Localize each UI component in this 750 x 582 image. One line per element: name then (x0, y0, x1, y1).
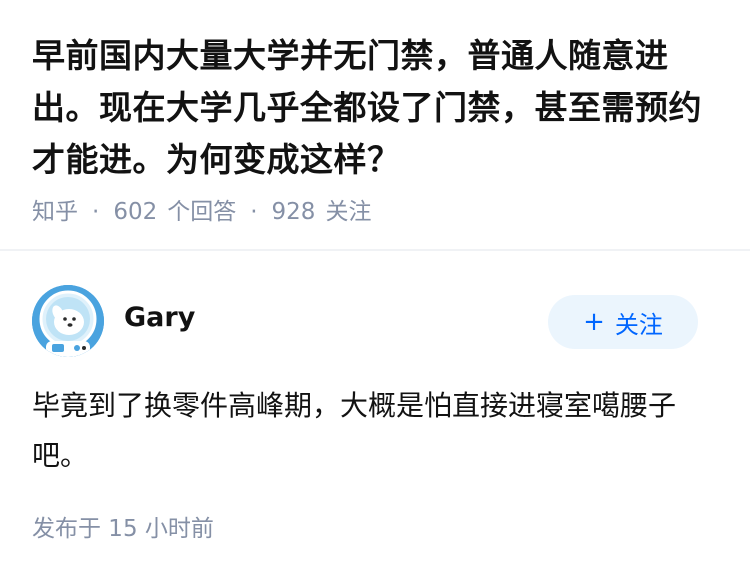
question-title[interactable]: 早前国内大量大学并无门禁，普通人随意进出。现在大学几乎全都设了门禁，甚至需预约才… (32, 30, 718, 186)
answer-count-label[interactable]: 个回答 (167, 197, 236, 227)
meta-separator: · (92, 199, 100, 225)
author-name[interactable]: Gary (124, 301, 195, 335)
plus-icon: + (583, 307, 605, 337)
avatar-illustration (32, 285, 104, 357)
follow-button[interactable]: + 关注 (548, 295, 698, 349)
answer-content[interactable]: 毕竟到了换零件高峰期，大概是怕直接进寝室噶腰子吧。 (32, 381, 722, 481)
follow-button-label: 关注 (614, 310, 663, 339)
answer-count: 602 (113, 199, 158, 225)
meta-separator: · (250, 199, 258, 225)
follower-count: 928 (271, 199, 316, 225)
astronaut-dog-avatar-icon[interactable] (32, 285, 104, 357)
site-name[interactable]: 知乎 (32, 197, 78, 227)
answer-card: Gary + 关注 毕竟到了换零件高峰期，大概是怕直接进寝室噶腰子吧。 发布于 … (0, 251, 750, 582)
question-meta: 知乎 · 602 个回答 · 928 关注 (32, 197, 371, 227)
follower-count-label: 关注 (325, 199, 372, 225)
answer-timestamp: 发布于 15 小时前 (32, 516, 214, 542)
